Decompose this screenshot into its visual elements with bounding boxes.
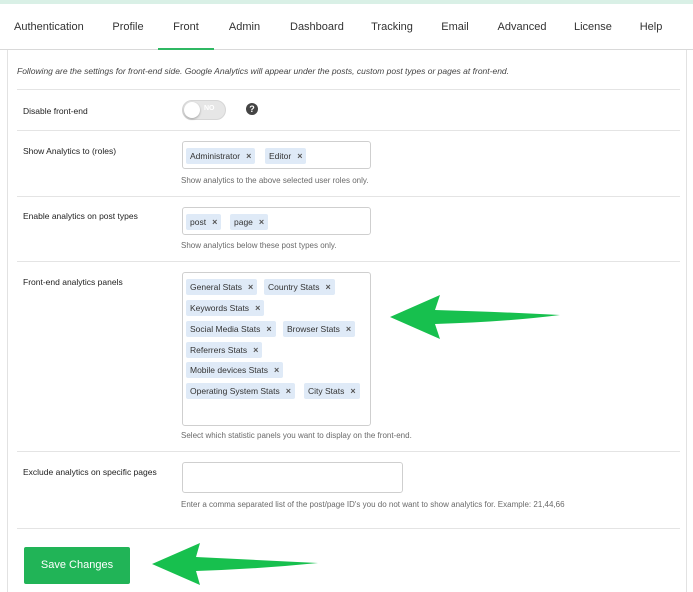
- remove-tag-icon[interactable]: ×: [297, 148, 302, 164]
- arrow-icon: [390, 295, 560, 339]
- tag-operating-system-stats: Operating System Stats ×: [186, 383, 296, 399]
- tag-browser-stats: Browser Stats ×: [283, 321, 356, 337]
- tag-administrator: Administrator ×: [186, 148, 256, 164]
- disable-frontend-toggle[interactable]: NO: [182, 100, 226, 120]
- tab-front[interactable]: Front: [158, 4, 214, 50]
- remove-tag-icon[interactable]: ×: [346, 321, 351, 337]
- tab-authentication[interactable]: Authentication: [14, 4, 84, 50]
- exclude-pages-input[interactable]: [182, 462, 403, 493]
- question-circle-icon[interactable]: ?: [246, 103, 258, 115]
- tag-general-stats: General Stats ×: [186, 279, 258, 295]
- divider: [17, 528, 680, 529]
- roles-select[interactable]: Administrator × Editor ×: [182, 141, 371, 169]
- divider: [17, 196, 680, 197]
- tab-help[interactable]: Help: [639, 4, 663, 50]
- show-roles-label: Show Analytics to (roles): [23, 146, 117, 156]
- tag-page: page ×: [230, 214, 269, 230]
- tag-keywords-stats: Keywords Stats ×: [186, 300, 265, 316]
- panels-label: Front-end analytics panels: [23, 277, 123, 287]
- tag-city-stats: City Stats ×: [304, 383, 360, 399]
- remove-tag-icon[interactable]: ×: [266, 321, 271, 337]
- divider: [17, 130, 680, 131]
- remove-tag-icon[interactable]: ×: [246, 148, 251, 164]
- tag-editor: Editor ×: [265, 148, 307, 164]
- tag-referrers-stats: Referrers Stats ×: [186, 342, 263, 358]
- tag-mobile-devices-stats: Mobile devices Stats ×: [186, 362, 284, 378]
- tag-post: post ×: [186, 214, 222, 230]
- tag-social-media-stats: Social Media Stats ×: [186, 321, 276, 337]
- remove-tag-icon[interactable]: ×: [286, 383, 291, 399]
- tab-tracking[interactable]: Tracking: [371, 4, 413, 50]
- post-types-select[interactable]: post × page ×: [182, 207, 371, 235]
- toggle-text: NO: [204, 105, 215, 112]
- settings-tabs: Authentication Profile Front Admin Dashb…: [0, 4, 693, 50]
- divider: [17, 89, 680, 90]
- tab-admin[interactable]: Admin: [228, 4, 261, 50]
- tab-dashboard[interactable]: Dashboard: [290, 4, 344, 50]
- settings-panel: Following are the settings for front-end…: [7, 50, 687, 592]
- post-types-hint: Show analytics below these post types on…: [181, 241, 337, 250]
- tag-country-stats: Country Stats ×: [264, 279, 335, 295]
- remove-tag-icon[interactable]: ×: [212, 214, 217, 230]
- exclude-pages-hint: Enter a comma separated list of the post…: [181, 500, 565, 509]
- page-description: Following are the settings for front-end…: [17, 66, 510, 76]
- panels-select[interactable]: General Stats × Country Stats × Keywords S…: [182, 272, 371, 426]
- panels-hint: Select which statistic panels you want t…: [181, 431, 412, 440]
- remove-tag-icon[interactable]: ×: [326, 279, 331, 295]
- divider: [17, 451, 680, 452]
- disable-frontend-label: Disable front-end: [23, 106, 88, 116]
- arrow-icon: [152, 543, 318, 585]
- remove-tag-icon[interactable]: ×: [274, 362, 279, 378]
- tab-profile[interactable]: Profile: [111, 4, 145, 50]
- remove-tag-icon[interactable]: ×: [350, 383, 355, 399]
- divider: [17, 261, 680, 262]
- exclude-pages-label: Exclude analytics on specific pages: [23, 467, 157, 477]
- tab-license[interactable]: License: [574, 4, 612, 50]
- toggle-knob: [184, 102, 200, 118]
- roles-hint: Show analytics to the above selected use…: [181, 176, 369, 185]
- tab-advanced[interactable]: Advanced: [497, 4, 547, 50]
- remove-tag-icon[interactable]: ×: [255, 300, 260, 316]
- save-changes-button[interactable]: Save Changes: [24, 547, 130, 584]
- remove-tag-icon[interactable]: ×: [248, 279, 253, 295]
- remove-tag-icon[interactable]: ×: [259, 214, 264, 230]
- tab-email[interactable]: Email: [441, 4, 469, 50]
- post-types-label: Enable analytics on post types: [23, 211, 138, 221]
- remove-tag-icon[interactable]: ×: [253, 342, 258, 358]
